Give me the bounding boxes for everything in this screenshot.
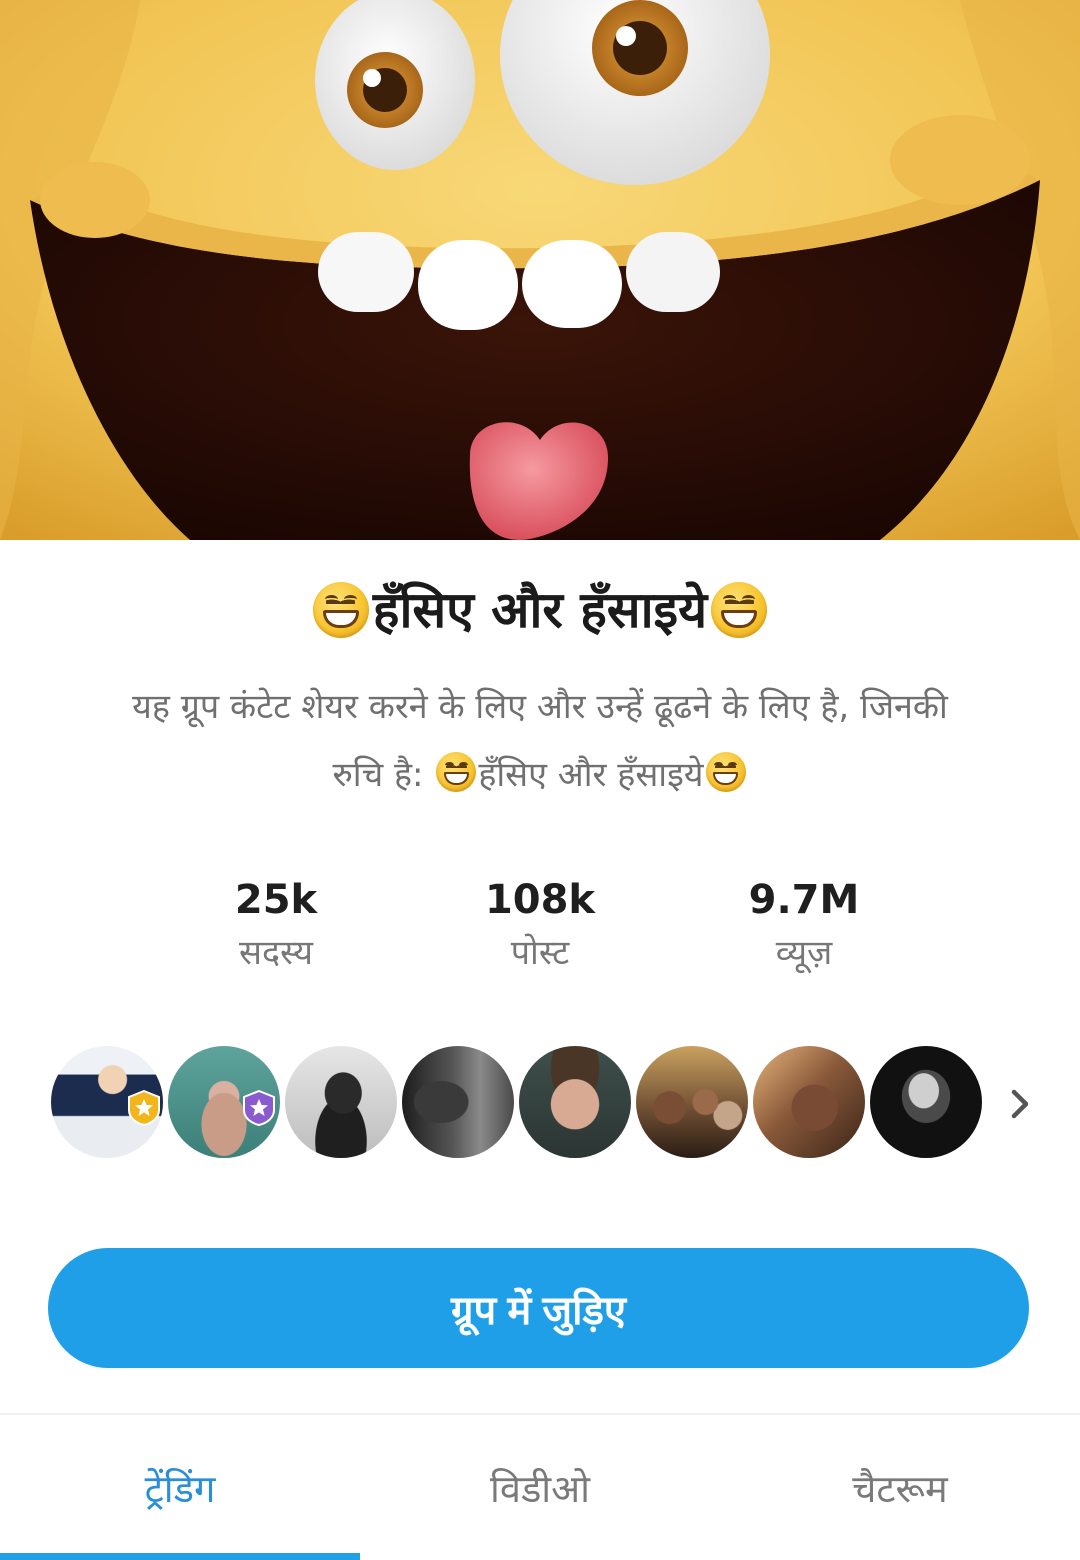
member-avatar[interactable] (282, 1043, 400, 1161)
active-tab-indicator (0, 1553, 360, 1560)
group-page: हँसिए और हँसाइये यह ग्रूप कंटेट शेयर करन… (0, 0, 1080, 1560)
stat-members[interactable]: 25k सदस्य (166, 872, 386, 978)
group-stats: 25k सदस्य 108k पोस्ट 9.7M व्यूज़ (0, 872, 1080, 982)
group-tabs: ट्रेंडिंग विडीओ चैटरूम (0, 1415, 1080, 1560)
member-avatar[interactable] (633, 1043, 751, 1161)
stat-views[interactable]: 9.7M व्यूज़ (694, 872, 914, 978)
group-title-text: हँसिए और हँसाइये (372, 581, 708, 639)
member-avatars[interactable] (48, 1043, 1038, 1165)
member-avatar[interactable] (516, 1043, 634, 1161)
chevron-right-icon[interactable] (1000, 1080, 1040, 1128)
gold-star-badge-icon (127, 1090, 161, 1126)
stat-views-label: व्यूज़ (775, 933, 833, 973)
join-group-button[interactable]: ग्रूप में जुड़िए (48, 1248, 1029, 1368)
group-description-interest-name: हँसिए और हँसाइये (478, 755, 704, 795)
stat-members-value: 25k (234, 877, 318, 923)
member-avatar[interactable] (750, 1043, 868, 1161)
group-cover-image (0, 0, 1080, 540)
grinning-face-emoji-icon (711, 582, 768, 638)
grinning-face-emoji-icon (705, 752, 746, 792)
tab-trending[interactable]: ट्रेंडिंग (0, 1415, 360, 1560)
group-description: यह ग्रूप कंटेट शेयर करने के लिए और उन्हे… (60, 673, 1020, 809)
group-description-interest-prefix: रुचि है: (332, 755, 424, 795)
smiley-character-illustration (0, 0, 1080, 540)
tab-chatroom[interactable]: चैटरूम (720, 1415, 1080, 1560)
group-description-line2: रुचि है: हँसिए और हँसाइये (60, 741, 1020, 809)
stat-posts[interactable]: 108k पोस्ट (430, 872, 650, 978)
grinning-face-emoji-icon (312, 582, 369, 638)
stat-members-label: सदस्य (239, 933, 313, 973)
tab-videos[interactable]: विडीओ (360, 1415, 720, 1560)
stat-posts-value: 108k (484, 877, 596, 923)
purple-star-badge-icon (242, 1090, 276, 1126)
stat-posts-label: पोस्ट (510, 933, 570, 973)
group-description-line1: यह ग्रूप कंटेट शेयर करने के लिए और उन्हे… (132, 687, 948, 727)
stat-views-value: 9.7M (748, 877, 860, 923)
member-avatar[interactable] (867, 1043, 985, 1161)
grinning-face-emoji-icon (436, 752, 477, 792)
member-avatar[interactable] (399, 1043, 517, 1161)
group-title: हँसिए और हँसाइये (0, 575, 1080, 645)
